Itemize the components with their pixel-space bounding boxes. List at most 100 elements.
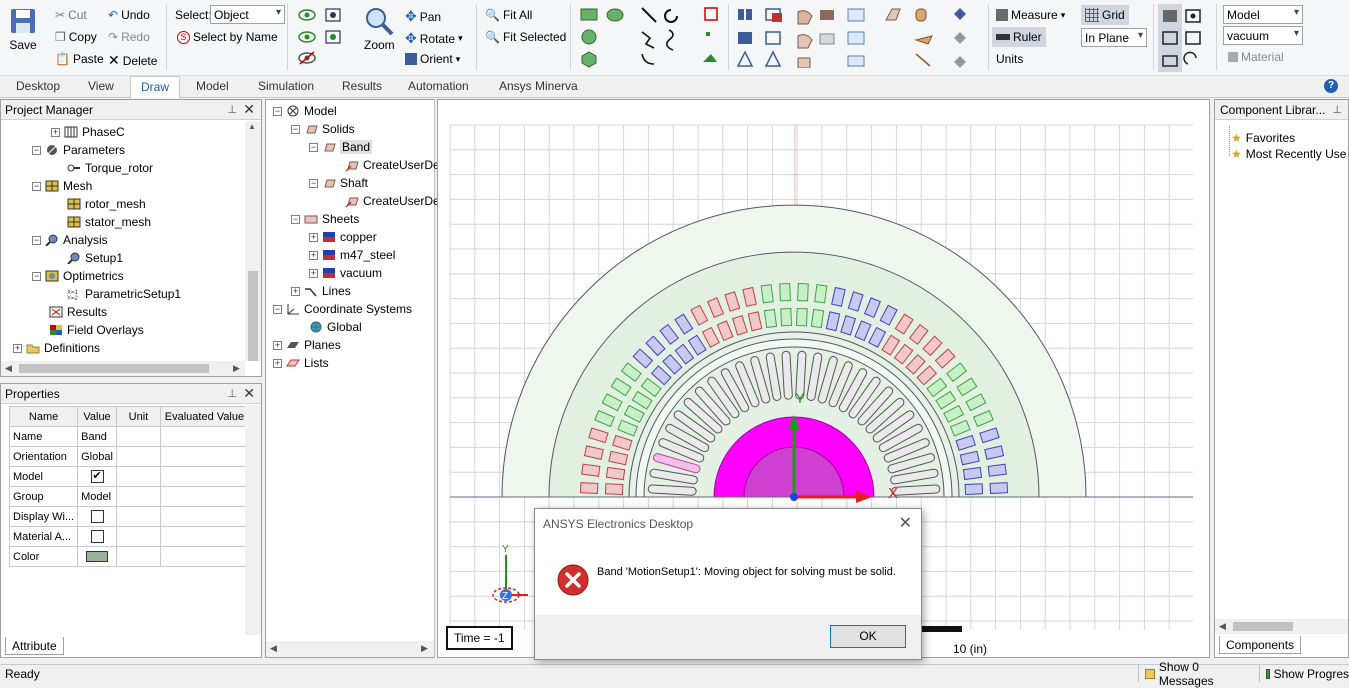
- expand-icon[interactable]: +: [51, 127, 60, 137]
- tab-automation[interactable]: Automation: [408, 79, 469, 93]
- tab-results[interactable]: Results: [342, 79, 382, 93]
- coordinate-system-group[interactable]: [1160, 6, 1212, 70]
- tree-item-model[interactable]: − Model: [273, 102, 337, 120]
- zoom-button[interactable]: Zoom: [364, 6, 395, 52]
- expand-icon[interactable]: +: [309, 268, 318, 278]
- pan-button[interactable]: ✥ Pan: [405, 8, 441, 25]
- undo-button[interactable]: ↶ Undo: [108, 8, 150, 22]
- model-checkbox[interactable]: ✔: [90, 470, 104, 483]
- draw-primitives-group[interactable]: [579, 6, 729, 68]
- model-combo[interactable]: Model: [1223, 5, 1303, 24]
- show-messages-button[interactable]: Show 0 Messages: [1138, 660, 1256, 688]
- tab-draw[interactable]: Draw: [130, 76, 181, 98]
- boolean-operations-group[interactable]: [736, 6, 986, 68]
- table-row[interactable]: Material A...: [8, 526, 249, 547]
- collapse-icon[interactable]: −: [291, 214, 300, 224]
- redo-button[interactable]: ↷ Redo: [108, 30, 150, 44]
- property-value[interactable]: Global: [77, 446, 117, 467]
- orient-button[interactable]: Orient ▾: [405, 52, 460, 66]
- pin-icon[interactable]: ⊥: [227, 103, 237, 116]
- pin-icon[interactable]: ⊥: [1332, 103, 1342, 116]
- tab-view[interactable]: View: [88, 79, 114, 93]
- table-row[interactable]: Model ✔: [8, 466, 249, 487]
- paste-button[interactable]: 📋 Paste: [55, 52, 104, 66]
- property-value[interactable]: Model: [77, 486, 117, 507]
- tree-item-phasec[interactable]: + PhaseC: [51, 123, 125, 141]
- grid-plane-combo[interactable]: In Plane: [1081, 28, 1147, 47]
- help-icon[interactable]: ?: [1324, 79, 1338, 93]
- table-row[interactable]: Orientation Global: [8, 446, 249, 467]
- select-mode-combo[interactable]: Object: [210, 5, 285, 24]
- material-appearance-checkbox[interactable]: [90, 530, 104, 543]
- tree-item-vacuum[interactable]: + vacuum: [309, 264, 382, 282]
- tab-simulation[interactable]: Simulation: [258, 79, 314, 93]
- scroll-right-icon[interactable]: ▶: [233, 363, 240, 374]
- tree-item-copper[interactable]: + copper: [309, 228, 377, 246]
- tree-item-setup1[interactable]: Setup1: [67, 249, 123, 267]
- units-button[interactable]: Units: [996, 52, 1023, 66]
- tree-item-parameters[interactable]: − Parameters: [32, 141, 125, 159]
- tree-item-solids[interactable]: − Solids: [291, 120, 355, 138]
- collapse-icon[interactable]: −: [32, 181, 41, 191]
- collapse-icon[interactable]: −: [32, 235, 41, 245]
- copy-button[interactable]: ❐ Copy: [55, 30, 97, 44]
- tree-item-mesh[interactable]: − Mesh: [32, 177, 92, 195]
- table-row[interactable]: Name Band: [8, 426, 249, 447]
- tree-item-results[interactable]: Results: [49, 303, 107, 321]
- collapse-icon[interactable]: −: [291, 124, 300, 134]
- scroll-left-icon[interactable]: ◀: [1219, 621, 1226, 632]
- scrollbar-thumb[interactable]: [19, 364, 209, 373]
- color-swatch[interactable]: [86, 551, 109, 563]
- tree-item-analysis[interactable]: − Analysis: [32, 231, 108, 249]
- horizontal-scrollbar[interactable]: ◀ ▶: [266, 641, 434, 657]
- collapse-icon[interactable]: −: [32, 271, 41, 281]
- expand-icon[interactable]: +: [13, 343, 22, 353]
- tree-item-planes[interactable]: + Planes: [273, 336, 341, 354]
- display-wireframe-checkbox[interactable]: [90, 510, 104, 523]
- scrollbar-thumb[interactable]: [1233, 622, 1293, 631]
- scroll-right-icon[interactable]: ▶: [421, 643, 428, 654]
- expand-icon[interactable]: +: [273, 358, 282, 368]
- tree-item-optimetrics[interactable]: − Optimetrics: [32, 267, 124, 285]
- tree-item-lines[interactable]: + Lines: [291, 282, 351, 300]
- tree-item-shaft[interactable]: − Shaft: [309, 174, 368, 192]
- tree-item-parametricsetup1[interactable]: X=1 Y=2 ParametricSetup1: [67, 285, 181, 303]
- horizontal-scrollbar[interactable]: ◀ ▶: [1, 361, 245, 376]
- cut-button[interactable]: ✂ Cut: [55, 8, 87, 22]
- collapse-icon[interactable]: −: [309, 142, 318, 152]
- show-objects-icon[interactable]: [298, 8, 316, 22]
- material-combo[interactable]: vacuum: [1223, 26, 1303, 45]
- tree-item-global[interactable]: Global: [309, 318, 362, 336]
- collapse-icon[interactable]: −: [273, 106, 282, 116]
- ruler-button[interactable]: Ruler: [992, 27, 1046, 47]
- tree-item-createuserdef-2[interactable]: CreateUserDe: [345, 192, 440, 210]
- tree-item-band[interactable]: − Band: [309, 138, 373, 156]
- expand-icon[interactable]: +: [273, 340, 282, 350]
- scroll-up-icon[interactable]: ▲: [248, 122, 256, 131]
- collapse-icon[interactable]: −: [273, 304, 282, 314]
- library-item-most-recently-used[interactable]: ★ Most Recently Use: [1231, 145, 1346, 163]
- table-row[interactable]: Color: [8, 546, 249, 567]
- grid-button[interactable]: Grid: [1081, 5, 1129, 25]
- expand-icon[interactable]: +: [309, 232, 318, 242]
- delete-button[interactable]: ✕ Delete: [108, 52, 157, 69]
- tab-components[interactable]: Components: [1219, 636, 1302, 654]
- tree-item-field-overlays[interactable]: Field Overlays: [49, 321, 144, 339]
- tree-item-m47-steel[interactable]: + m47_steel: [309, 246, 395, 264]
- show-progress-button[interactable]: Show Progres: [1259, 665, 1349, 682]
- tree-item-definitions[interactable]: + Definitions: [13, 339, 100, 357]
- close-icon[interactable]: ✕: [899, 513, 912, 533]
- hide-objects-icon[interactable]: [298, 51, 316, 65]
- scrollbar-thumb[interactable]: [248, 271, 258, 361]
- view-all-icon[interactable]: [325, 30, 341, 44]
- expand-icon[interactable]: +: [309, 250, 318, 260]
- table-row[interactable]: Display Wi...: [8, 506, 249, 527]
- show-all-icon[interactable]: [298, 30, 316, 44]
- property-value[interactable]: Band: [77, 426, 117, 447]
- pin-icon[interactable]: ⊥: [227, 387, 237, 400]
- measure-button[interactable]: Measure ▾: [996, 8, 1065, 22]
- tree-item-createuserdef-1[interactable]: CreateUserDe: [345, 156, 440, 174]
- scroll-left-icon[interactable]: ◀: [270, 643, 277, 654]
- fit-selected-button[interactable]: 🔍 Fit Selected: [485, 30, 566, 44]
- fit-all-button[interactable]: 🔍 Fit All: [485, 8, 532, 22]
